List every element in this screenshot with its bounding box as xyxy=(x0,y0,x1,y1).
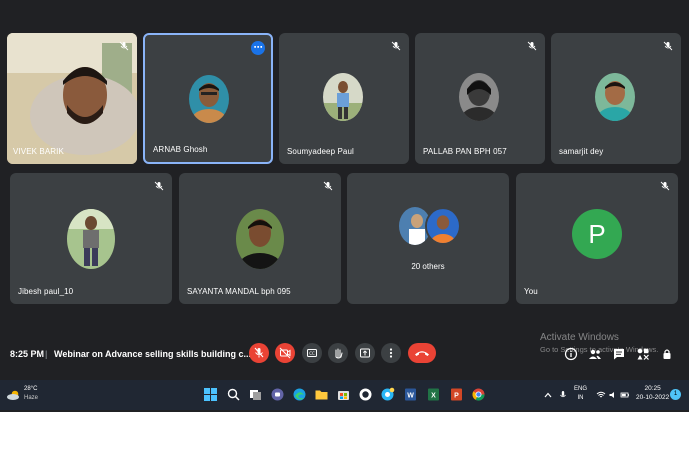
people-icon[interactable] xyxy=(588,347,602,361)
avatar xyxy=(459,73,499,121)
mic-off-icon xyxy=(322,180,334,192)
mic-off-icon xyxy=(153,180,165,192)
wifi-icon[interactable] xyxy=(596,390,606,400)
avatar xyxy=(595,73,635,121)
meeting-title: Webinar on Advance selling skills buildi… xyxy=(54,349,252,359)
participant-tile-soumyadeep[interactable]: Soumyadeep Paul xyxy=(279,33,409,164)
participant-video xyxy=(7,33,137,164)
present-icon[interactable] xyxy=(355,343,375,363)
mic-off-icon xyxy=(659,180,671,192)
teams-chat-icon[interactable] xyxy=(270,387,285,402)
avatar xyxy=(236,209,284,269)
app-icon[interactable] xyxy=(358,387,373,402)
region-code: IN xyxy=(577,395,584,401)
language-code: ENG xyxy=(574,386,588,392)
separator: | xyxy=(45,349,48,359)
mic-off-icon xyxy=(390,40,402,52)
participant-tile-pallab[interactable]: PALLAB PAN BPH 057 xyxy=(415,33,545,164)
avatar xyxy=(323,73,363,121)
mic-off-icon xyxy=(118,40,130,52)
participant-tile-vivek[interactable]: VIVEK BARIK xyxy=(7,33,137,164)
weather-temperature[interactable]: 28°C xyxy=(24,386,37,392)
notification-badge[interactable]: 1 xyxy=(670,389,681,400)
participant-tile-arnab[interactable]: ⋯ ARNAB Ghosh xyxy=(143,33,273,164)
end-call-icon xyxy=(415,351,429,356)
windows-start-icon[interactable] xyxy=(203,387,218,402)
captions-icon[interactable]: CC xyxy=(302,343,322,363)
info-icon[interactable] xyxy=(564,347,578,361)
participant-tile-samarjit[interactable]: samarjit dey xyxy=(551,33,681,164)
volume-icon[interactable] xyxy=(608,390,618,400)
end-call-button[interactable] xyxy=(408,343,436,363)
weather-description[interactable]: Haze xyxy=(24,395,38,401)
avatar xyxy=(67,209,115,269)
svg-text:X: X xyxy=(431,393,436,400)
more-options-icon[interactable] xyxy=(381,343,401,363)
meeting-control-bar: 8:25 PM | Webinar on Advance selling ski… xyxy=(0,338,689,372)
participant-tile-jibesh[interactable]: Jibesh paul_10 xyxy=(10,173,172,304)
search-icon[interactable] xyxy=(226,387,241,402)
svg-text:W: W xyxy=(407,393,414,400)
store-icon[interactable] xyxy=(336,387,351,402)
mic-tray-icon[interactable] xyxy=(558,390,568,400)
participant-name: SAYANTA MANDAL bph 095 xyxy=(187,287,291,296)
avatar xyxy=(189,75,229,123)
haze-weather-icon xyxy=(6,388,22,400)
activities-icon[interactable] xyxy=(636,347,650,361)
system-clock[interactable]: 20:25 20-10-2022 xyxy=(636,384,669,402)
participant-name: PALLAB PAN BPH 057 xyxy=(423,147,507,156)
svg-text:P: P xyxy=(454,393,459,400)
raise-hand-icon[interactable] xyxy=(328,343,348,363)
others-count: 20 others xyxy=(411,262,445,271)
clock-time: 20:25 xyxy=(644,385,661,392)
word-icon[interactable]: W xyxy=(403,387,418,402)
more-options-icon[interactable]: ⋯ xyxy=(251,41,265,55)
participant-tile-others[interactable]: 20 others xyxy=(347,173,509,304)
chrome-canary-icon[interactable] xyxy=(380,387,395,402)
participant-name: You xyxy=(524,287,538,296)
host-controls-icon[interactable] xyxy=(660,347,674,361)
participant-name: samarjit dey xyxy=(559,147,604,156)
meeting-time: 8:25 PM xyxy=(10,349,45,359)
mic-off-icon xyxy=(662,40,674,52)
avatar: P xyxy=(572,209,622,259)
mic-off-icon xyxy=(526,40,538,52)
battery-icon[interactable] xyxy=(620,390,630,400)
file-explorer-icon[interactable] xyxy=(314,387,329,402)
participant-name: Soumyadeep Paul xyxy=(287,147,354,156)
windows-taskbar: 28°C Haze W X P ENG IN 20:25 20-10-2022 … xyxy=(0,380,689,410)
chevron-up-icon[interactable] xyxy=(543,390,553,400)
chrome-icon[interactable] xyxy=(471,387,486,402)
powerpoint-icon[interactable]: P xyxy=(449,387,464,402)
camera-off-icon[interactable] xyxy=(275,343,295,363)
language-indicator[interactable]: ENG IN xyxy=(574,385,587,403)
chat-icon[interactable] xyxy=(612,347,626,361)
participant-tile-sayanta[interactable]: SAYANTA MANDAL bph 095 xyxy=(179,173,341,304)
mic-off-icon[interactable] xyxy=(249,343,269,363)
meet-window: VIVEK BARIK ⋯ ARNAB Ghosh Soumyadeep Pau… xyxy=(0,0,689,412)
participant-name: ARNAB Ghosh xyxy=(153,145,208,154)
excel-icon[interactable]: X xyxy=(426,387,441,402)
participant-tile-you[interactable]: P You xyxy=(516,173,678,304)
avatar xyxy=(425,207,461,245)
edge-icon[interactable] xyxy=(292,387,307,402)
participant-name: VIVEK BARIK xyxy=(13,147,64,156)
svg-text:CC: CC xyxy=(309,351,315,356)
task-view-icon[interactable] xyxy=(248,387,263,402)
clock-date: 20-10-2022 xyxy=(636,394,670,401)
participant-name: Jibesh paul_10 xyxy=(18,287,74,296)
